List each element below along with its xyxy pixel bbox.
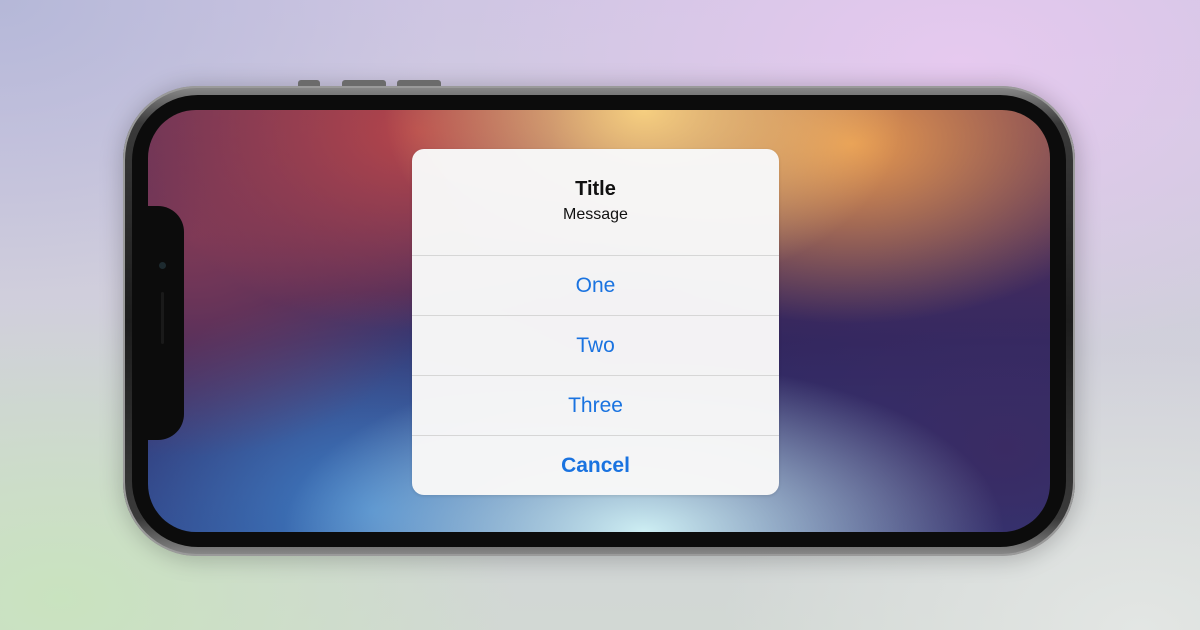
alert-action-three-button[interactable]: Three	[412, 375, 779, 435]
alert-action-two-button[interactable]: Two	[412, 315, 779, 375]
alert-action-one-button[interactable]: One	[412, 255, 779, 315]
alert-cancel-button[interactable]: Cancel	[412, 435, 779, 495]
alert-dialog: Title Message One Two Three Cancel	[412, 149, 779, 495]
alert-message: Message	[563, 206, 628, 223]
earpiece-speaker	[161, 292, 164, 344]
alert-header: Title Message	[412, 149, 779, 255]
alert-title: Title	[575, 178, 616, 200]
front-camera-icon	[159, 262, 166, 269]
phone-notch	[148, 206, 184, 440]
